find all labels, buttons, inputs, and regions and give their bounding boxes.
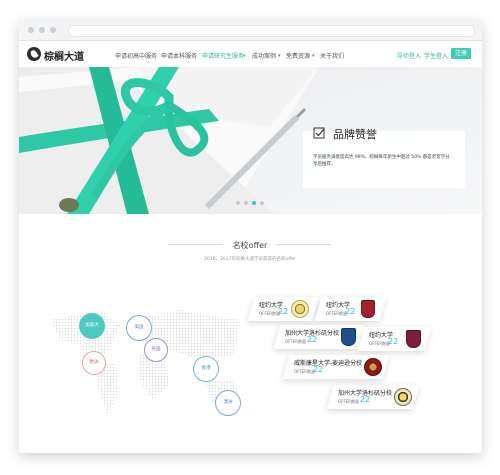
minimize-dot-icon[interactable] (39, 27, 45, 33)
address-bar[interactable] (68, 25, 475, 37)
region-hongkong[interactable]: 香港 (193, 356, 219, 382)
carousel-dot-active[interactable] (252, 201, 256, 205)
nav-item-graduate[interactable]: 申请研究生服务 (202, 51, 244, 60)
university-card[interactable]: 加州大学洛杉矶分校 OFFER数量 22 (326, 385, 420, 409)
shield-crest-icon (341, 328, 356, 346)
student-login-link[interactable]: 学生登入 (424, 51, 448, 60)
university-name: 威斯康星大学-麦迪逊分校 (294, 360, 363, 367)
university-card[interactable]: 加州大学洛杉矶分校 OFFER数量 22 (273, 325, 366, 349)
university-card[interactable]: 纽约大学 OFFER数量 22 (314, 297, 387, 321)
offer-count-label: OFFER数量 (294, 369, 316, 374)
university-card[interactable]: 纽约大学 OFFER数量 22 (357, 327, 432, 351)
hero-description: 学员服务满意度高达 99%，棕榈每年新生中超过 50% 都是老客学分享后推荐。 (313, 155, 450, 167)
close-dot-icon[interactable] (28, 27, 34, 33)
offer-count-label: OFFER数量 (285, 339, 307, 344)
offer-count: 22 (345, 307, 356, 316)
nyu-seal-icon (291, 300, 309, 318)
region-canada[interactable]: 加拿大 (79, 313, 105, 339)
university-card[interactable]: 威斯康星大学-麦迪逊分校 OFFER数量 22 (282, 355, 390, 379)
chevron-down-icon: ▾ (312, 53, 315, 59)
chevron-down-icon: ▾ (243, 53, 246, 59)
university-seal-icon (364, 358, 382, 376)
check-square-icon (313, 127, 325, 139)
university-card[interactable]: 纽约大学 OFFER数量 22 (247, 297, 320, 321)
top-nav: 棕榈大道 申请初高中服务 申请本科服务 申请研究生服务 ▾ 成功案例 ▾ 免费资… (19, 41, 482, 68)
offer-count-label: OFFER数量 (326, 311, 348, 316)
carousel-dot[interactable] (244, 201, 248, 205)
carousel-dot[interactable] (260, 201, 264, 205)
nav-item-about[interactable]: 关于我们 (320, 51, 344, 60)
shield-crest-icon (361, 300, 375, 318)
university-seal-icon (394, 388, 412, 406)
shield-crest-icon (406, 330, 421, 348)
carousel-dot[interactable] (236, 201, 240, 205)
offer-count-label: OFFER数量 (338, 399, 360, 404)
chevron-down-icon: ▾ (278, 53, 281, 59)
offer-count: 22 (307, 335, 318, 344)
offers-subtitle: 2016、2017年棕榈大道学员获得的名校offer (204, 257, 296, 262)
offers-title: 名校offer (232, 241, 268, 250)
offer-count: 22 (278, 307, 289, 316)
region-uk[interactable]: 英国 (144, 338, 168, 362)
nav-item-resources[interactable]: 免费资源 (286, 51, 310, 60)
offer-count-label: OFFER数量 (369, 341, 391, 346)
offer-count-label: OFFER数量 (259, 311, 281, 316)
region-australia[interactable]: 澳洲 (215, 390, 241, 416)
region-europe[interactable]: 欧洲 (82, 351, 106, 375)
offer-count: 22 (313, 365, 324, 374)
nav-item-cases[interactable]: 成功案例 (252, 51, 276, 60)
region-usa[interactable]: 美国 (126, 315, 152, 341)
register-button[interactable]: 注册 (451, 48, 471, 59)
maximize-dot-icon[interactable] (50, 27, 56, 33)
hero-title: 品牌赞誉 (333, 128, 377, 141)
offer-count: 22 (388, 337, 399, 346)
nav-item-highschool[interactable]: 申请初高中服务 (115, 51, 157, 60)
teacher-login-link[interactable]: 导师登入 (397, 51, 421, 60)
logo-icon[interactable] (27, 47, 41, 61)
brand-name[interactable]: 棕榈大道 (44, 48, 84, 63)
nav-item-undergrad[interactable]: 申请本科服务 (161, 51, 197, 60)
offer-count: 22 (360, 395, 371, 404)
browser-titlebar (19, 20, 482, 41)
